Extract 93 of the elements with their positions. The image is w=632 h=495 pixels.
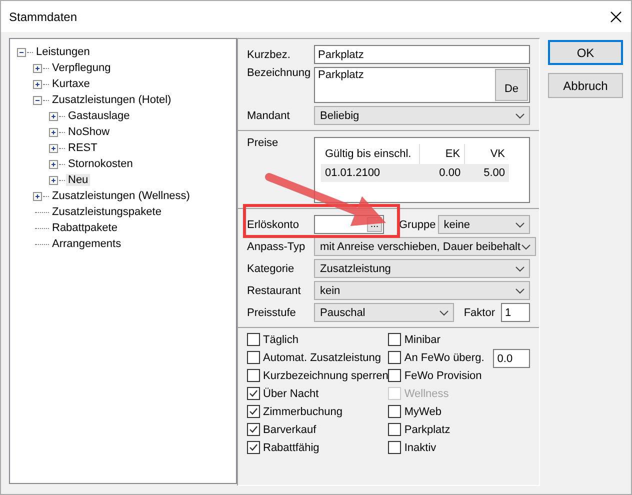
expand-icon[interactable] <box>33 64 42 72</box>
field-label: Erlöskonto <box>247 218 300 230</box>
checkbox-label: Parkplatz <box>404 424 450 436</box>
checkbox[interactable] <box>247 387 260 400</box>
tree-item[interactable]: Gastauslage <box>66 110 132 122</box>
expand-icon[interactable] <box>49 160 58 168</box>
field-label: Restaurant <box>247 284 302 296</box>
table-cell: 0.00 <box>420 164 465 182</box>
chevron-icon <box>515 266 525 272</box>
expand-icon[interactable] <box>49 128 58 136</box>
checkbox-label: Inaktiv <box>404 442 436 454</box>
checkbox-label: An FeWo überg. <box>404 352 484 364</box>
tree-item[interactable]: Verpflegung <box>50 62 113 74</box>
chevron-icon <box>515 288 525 294</box>
field-label: Gruppe <box>399 218 436 230</box>
ok-button[interactable]: OK <box>548 40 623 65</box>
tree-item[interactable]: Leistungen <box>34 46 92 58</box>
tree-item[interactable]: Kurtaxe <box>50 78 92 90</box>
text-area[interactable]: Parkplatz De <box>314 67 530 103</box>
checkbox[interactable] <box>388 441 402 454</box>
tree-item[interactable]: Stornokosten <box>66 158 135 170</box>
dropdown-value: kein <box>320 284 340 296</box>
expand-icon[interactable] <box>49 144 58 152</box>
dropdown[interactable]: Zusatzleistung <box>314 259 530 278</box>
checkbox[interactable] <box>388 423 402 436</box>
cancel-button[interactable]: Abbruch <box>548 73 623 98</box>
checkbox[interactable] <box>388 405 402 418</box>
field-label: Bezeichnung <box>247 67 312 79</box>
tree-item[interactable]: Zusatzleistungspakete <box>50 206 164 218</box>
table-cell: 5.00 <box>464 164 509 182</box>
dropdown-value: mit Anreise verschieben, Dauer beibehalt <box>320 240 521 252</box>
tree-item[interactable]: Neu <box>66 174 90 186</box>
field-label: Anpass-Typ <box>247 240 306 252</box>
checkbox-label: Wellness <box>404 388 449 400</box>
checkbox[interactable] <box>247 441 260 454</box>
checkbox[interactable] <box>388 333 402 346</box>
chevron-icon <box>520 244 531 250</box>
collapse-icon[interactable] <box>17 48 26 56</box>
checkbox[interactable] <box>247 333 260 346</box>
dropdown-value: Pauschal <box>320 306 366 318</box>
language-button[interactable]: De <box>495 69 528 101</box>
dropdown[interactable]: kein <box>314 281 530 300</box>
expand-icon[interactable] <box>49 112 58 120</box>
checkbox[interactable] <box>247 423 260 436</box>
checkbox[interactable] <box>388 351 402 364</box>
dropdown-value: Zusatzleistung <box>320 262 391 274</box>
tree-item[interactable]: Zusatzleistungen (Hotel) <box>50 94 174 106</box>
chevron-icon <box>515 112 525 118</box>
field-label: Preise <box>247 137 280 149</box>
checkbox-label: Rabattfähig <box>263 442 320 454</box>
dropdown-value: keine <box>444 218 470 230</box>
checkbox-label: Barverkauf <box>263 424 316 436</box>
field-label: Faktor <box>464 306 495 318</box>
checkbox-label: Automat. Zusatzleistung <box>263 352 382 364</box>
chevron-icon <box>515 222 525 228</box>
expand-icon[interactable] <box>33 80 42 88</box>
checkbox-label: Täglich <box>263 334 298 346</box>
field-label: Preisstufe <box>247 306 297 318</box>
table-cell: 01.01.2100 <box>321 164 420 182</box>
dropdown[interactable]: Pauschal <box>314 303 454 322</box>
number-field[interactable]: 1 <box>501 303 530 322</box>
tree-item[interactable]: Arrangements <box>50 238 124 250</box>
tree-item[interactable]: REST <box>66 142 100 154</box>
text-field[interactable]: Parkplatz <box>314 45 530 64</box>
expand-icon[interactable] <box>33 192 42 200</box>
window-title: Stammdaten <box>9 10 78 24</box>
checkbox[interactable] <box>247 351 260 364</box>
dropdown[interactable]: mit Anreise verschieben, Dauer beibehalt <box>314 237 536 256</box>
checkbox-label: Kurzbezeichnung sperren <box>263 370 388 382</box>
tree-item[interactable]: NoShow <box>66 126 112 138</box>
checkbox-label: MyWeb <box>404 406 442 418</box>
dropdown[interactable]: Beliebig <box>314 106 530 125</box>
field-label: Kurzbez. <box>247 48 292 60</box>
checkbox-label: Über Nacht <box>263 388 319 400</box>
chevron-icon <box>438 310 449 316</box>
tree-item[interactable]: Rabattpakete <box>50 222 120 234</box>
checkbox[interactable] <box>247 369 260 382</box>
dropdown[interactable]: keine <box>438 215 530 234</box>
checkbox[interactable] <box>247 405 260 418</box>
expand-icon[interactable] <box>49 176 58 184</box>
tree-item[interactable]: Zusatzleistungen (Wellness) <box>50 190 192 202</box>
checkbox-label: Minibar <box>404 334 440 346</box>
field-label: Kategorie <box>247 262 296 274</box>
column-header: VK <box>464 144 509 164</box>
close-icon <box>609 10 623 24</box>
checkbox-label: FeWo Provision <box>404 370 482 382</box>
dropdown-value: Beliebig <box>320 110 360 122</box>
checkbox[interactable] <box>388 369 402 382</box>
checkbox-label: Zimmerbuchung <box>263 406 342 418</box>
field-label: Mandant <box>247 110 291 122</box>
collapse-icon[interactable] <box>33 96 42 104</box>
number-field[interactable]: 0.0 <box>493 349 530 368</box>
text-value: Parkplatz <box>317 68 365 83</box>
